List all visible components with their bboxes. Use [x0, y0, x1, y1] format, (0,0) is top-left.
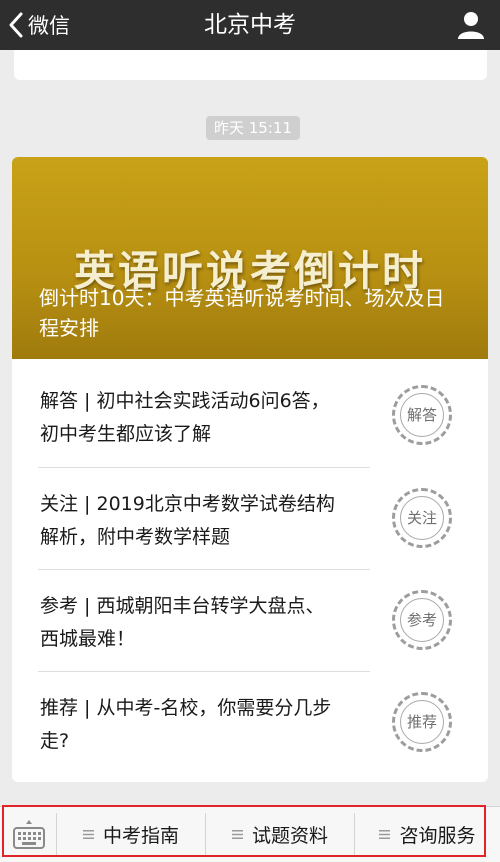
- stamp-label: 推荐: [400, 700, 444, 744]
- article-item-title: 参考 | 西城朝阳丰台转学大盘点、西城最难！: [40, 595, 325, 650]
- menu-lines-icon: [231, 830, 243, 839]
- hero-title: 倒计时10天：中考英语听说考时间、场次及日程安排: [39, 286, 445, 340]
- stamp-label: 关注: [400, 496, 444, 540]
- profile-icon[interactable]: [456, 10, 486, 40]
- article-item[interactable]: 关注 | 2019北京中考数学试卷结构解析，附中考数学样题 关注: [38, 468, 458, 570]
- stamp-icon: 关注: [392, 488, 452, 548]
- article-item[interactable]: 解答 | 初中社会实践活动6问6答，初中考生都应该了解 解答: [38, 365, 458, 467]
- stamp-label: 解答: [400, 393, 444, 437]
- back-button[interactable]: 微信: [8, 8, 70, 42]
- keyboard-icon[interactable]: [12, 818, 46, 852]
- previous-message-card[interactable]: [14, 50, 487, 80]
- menu-lines-icon: [379, 830, 391, 839]
- stamp-icon: 推荐: [392, 692, 452, 752]
- menu-lines-icon: [82, 830, 94, 839]
- menu-item-label: 试题资料: [251, 825, 328, 847]
- article-item[interactable]: 参考 | 西城朝阳丰台转学大盘点、西城最难！ 参考: [38, 570, 458, 672]
- menu-item-label: 咨询服务: [399, 825, 476, 847]
- menu-item-label: 中考指南: [102, 825, 179, 847]
- chevron-left-icon: [9, 12, 23, 38]
- article-item-title: 推荐 | 从中考-名校，你需要分几步走?: [40, 697, 332, 752]
- article-card: 英语听说考倒计时 倒计时10天：中考英语听说考时间、场次及日程安排 解答 | 初…: [12, 157, 488, 782]
- article-item-title: 关注 | 2019北京中考数学试卷结构解析，附中考数学样题: [40, 493, 335, 548]
- article-item-title: 解答 | 初中社会实践活动6问6答，初中考生都应该了解: [40, 390, 330, 445]
- page-title: 北京中考: [204, 12, 296, 38]
- nav-header: 微信 北京中考: [0, 0, 500, 50]
- stamp-label: 参考: [400, 598, 444, 642]
- stamp-icon: 参考: [392, 590, 452, 650]
- article-hero[interactable]: 英语听说考倒计时 倒计时10天：中考英语听说考时间、场次及日程安排: [12, 157, 488, 359]
- menu-item-exam-materials[interactable]: 试题资料: [206, 807, 354, 862]
- bottom-menu-bar: 中考指南 试题资料 咨询服务: [0, 806, 500, 862]
- article-item[interactable]: 推荐 | 从中考-名校，你需要分几步走? 推荐: [38, 672, 458, 774]
- stamp-icon: 解答: [392, 385, 452, 445]
- menu-item-consulting[interactable]: 咨询服务: [355, 807, 500, 862]
- menu-item-zhongkao-guide[interactable]: 中考指南: [57, 807, 205, 862]
- message-timestamp: 昨天 15:11: [206, 116, 300, 140]
- back-label: 微信: [28, 14, 70, 38]
